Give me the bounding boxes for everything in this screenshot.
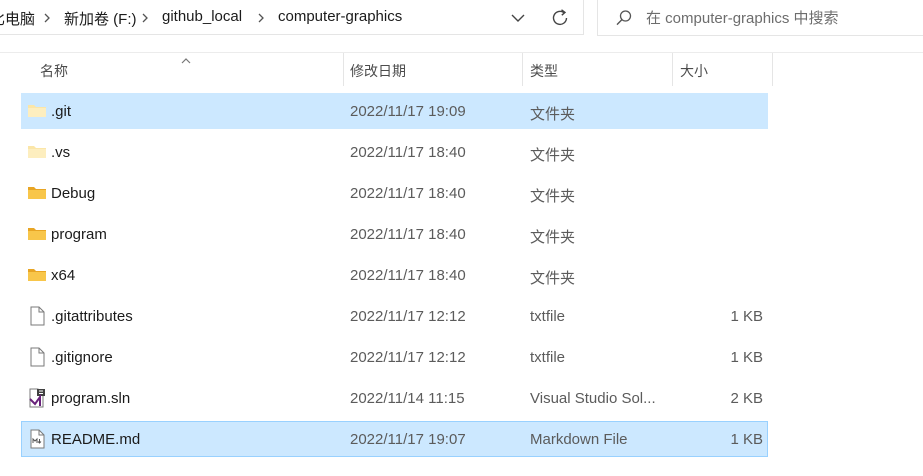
folder-icon (27, 265, 47, 285)
file-row[interactable]: Debug 2022/11/17 18:40 文件夹 (21, 175, 768, 211)
folder-faded-icon (27, 142, 47, 162)
visual-studio-solution-icon (27, 388, 47, 408)
file-date: 2022/11/17 12:12 (350, 308, 466, 325)
file-row[interactable]: .git 2022/11/17 19:09 文件夹 (21, 93, 768, 129)
file-row[interactable]: x64 2022/11/17 18:40 文件夹 (21, 257, 768, 293)
file-date: 2022/11/17 18:40 (350, 267, 466, 284)
chevron-right-icon[interactable] (40, 8, 54, 28)
breadcrumb-this-pc[interactable]: 比电脑 (0, 8, 35, 29)
sort-ascending-icon (180, 52, 192, 64)
file-row[interactable]: .gitattributes 2022/11/17 12:12 txtfile … (21, 298, 768, 334)
column-header-size[interactable]: 大小 (673, 53, 772, 86)
search-box[interactable] (597, 0, 923, 36)
file-type: 文件夹 (530, 147, 576, 164)
top-bar: 比电脑 新加卷 (F:) github_local computer-graph… (0, 0, 923, 36)
file-date: 2022/11/17 18:40 (350, 226, 466, 243)
file-icon (27, 347, 47, 367)
file-name: .gitattributes (51, 308, 133, 325)
column-header-size-label: 大小 (680, 63, 708, 79)
file-name: .vs (51, 144, 71, 161)
file-type: txtfile (530, 308, 566, 325)
file-date: 2022/11/17 12:12 (350, 349, 466, 366)
file-date: 2022/11/17 19:07 (350, 431, 466, 448)
file-name: Debug (51, 185, 96, 202)
column-header-type[interactable]: 类型 (523, 53, 672, 86)
file-size: 2 KB (730, 390, 763, 407)
column-header-modified[interactable]: 修改日期 (344, 53, 522, 86)
folder-faded-icon (27, 101, 47, 121)
file-type: Markdown File (530, 431, 628, 448)
search-icon (614, 8, 634, 28)
address-bar[interactable]: 比电脑 新加卷 (F:) github_local computer-graph… (0, 0, 584, 35)
file-row[interactable]: .gitignore 2022/11/17 12:12 txtfile 1 KB (21, 339, 768, 375)
search-input[interactable] (646, 8, 916, 28)
file-date: 2022/11/17 18:40 (350, 144, 466, 161)
file-type: Visual Studio Sol... (530, 390, 656, 407)
file-date: 2022/11/17 18:40 (350, 185, 466, 202)
file-name: program (51, 226, 107, 243)
file-name: program.sln (51, 390, 131, 407)
column-header-name-label: 名称 (40, 63, 68, 79)
chevron-right-icon[interactable] (138, 8, 152, 28)
chevron-right-icon[interactable] (254, 8, 268, 28)
file-type: 文件夹 (530, 188, 576, 205)
file-row[interactable]: program.sln 2022/11/14 11:15 Visual Stud… (21, 380, 768, 416)
file-type: 文件夹 (530, 270, 576, 287)
column-divider[interactable] (772, 53, 773, 86)
file-type: txtfile (530, 349, 566, 366)
markdown-file-icon (27, 429, 47, 449)
file-type: 文件夹 (530, 106, 576, 123)
file-row[interactable]: .vs 2022/11/17 18:40 文件夹 (21, 134, 768, 170)
file-size: 1 KB (730, 349, 763, 366)
file-row[interactable]: README.md 2022/11/17 19:07 Markdown File… (21, 421, 768, 457)
file-date: 2022/11/17 19:09 (350, 103, 466, 120)
folder-icon (27, 224, 47, 244)
breadcrumb-github-local[interactable]: github_local (162, 8, 242, 25)
file-size: 1 KB (730, 308, 763, 325)
file-type: 文件夹 (530, 229, 576, 246)
chevron-down-icon[interactable] (506, 6, 530, 30)
file-name: x64 (51, 267, 76, 284)
file-size: 1 KB (730, 431, 763, 448)
column-header-type-label: 类型 (530, 63, 558, 79)
file-name: .gitignore (51, 349, 113, 366)
refresh-icon[interactable] (548, 6, 572, 30)
file-icon (27, 306, 47, 326)
file-date: 2022/11/14 11:15 (350, 390, 465, 407)
file-name: README.md (51, 431, 141, 448)
column-header-modified-label: 修改日期 (350, 63, 406, 79)
file-row[interactable]: program 2022/11/17 18:40 文件夹 (21, 216, 768, 252)
file-name: .git (51, 103, 72, 120)
breadcrumb-computer-graphics[interactable]: computer-graphics (278, 8, 402, 25)
folder-icon (27, 183, 47, 203)
breadcrumb-drive-f[interactable]: 新加卷 (F:) (64, 8, 137, 29)
